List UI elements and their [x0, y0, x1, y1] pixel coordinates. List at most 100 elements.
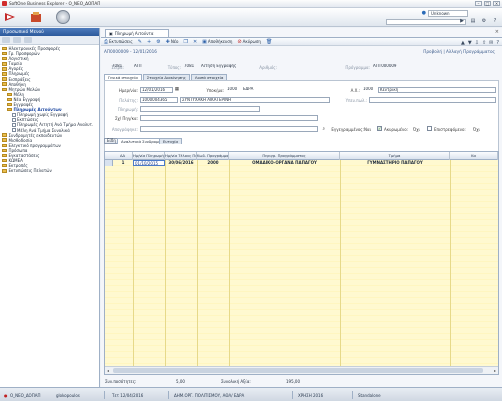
cancelled-checkbox[interactable]: ✓ — [377, 126, 382, 131]
toolbar-nav-icon[interactable]: ✉ — [489, 40, 493, 46]
toolbar-button[interactable]: + — [147, 39, 151, 45]
scroll-right-icon[interactable]: ▸ — [494, 367, 496, 374]
search-icon[interactable]: ⌕ — [320, 126, 325, 132]
toolbar-button[interactable]: ⎙ Εκτυπώσεις — [104, 39, 133, 45]
branch-code[interactable]: 1000 — [226, 87, 240, 93]
grid-cell-prog-desc[interactable]: ΟΜΑΔΙΚΟ-ΟΡΓΑΝΑ ΠΑΠΑΓΟΥ — [229, 160, 340, 166]
returned-label: Επιστρεφόμενο: — [434, 127, 466, 132]
folder-icon — [2, 169, 7, 173]
value-total-label: Συνολική Αξία: — [221, 379, 251, 384]
toolbar-button-label: Ακύρωση — [242, 39, 261, 44]
type-value[interactable]: ΑΠΤ — [133, 64, 147, 70]
folder-icon — [2, 77, 7, 81]
grid-column-header[interactable]: Περιγρ. Προγράμματος — [229, 152, 340, 160]
salesman-field[interactable] — [369, 97, 496, 103]
type2-value[interactable]: 7081 — [183, 64, 195, 70]
grid-column-header[interactable]: Ημ/νία Τέλους Πε — [165, 152, 197, 160]
grid-column-header[interactable]: Τμήμα — [340, 152, 450, 160]
close-window-button[interactable]: × — [493, 1, 500, 6]
toolbar-button[interactable]: 🗑 — [266, 39, 272, 45]
sidebar-tool-button[interactable] — [24, 37, 32, 43]
grid-column-header[interactable]: Κα — [450, 152, 498, 160]
help-icon[interactable]: ? — [491, 18, 499, 25]
member-name-field[interactable]: ΣΥΝΤΥΧΑΚΗ ΑΙΚΑΤΕΡΙΝΗ — [180, 97, 330, 103]
menu-tree: Ηλεκτρονικές Προσφορές Γρ. Προσφορών Λογισ… — [0, 45, 99, 173]
document-code: ΑΠ0000009 - 12/01/2016 — [104, 49, 157, 54]
toolbar-nav-icon[interactable]: ⇩ — [475, 40, 479, 46]
grid-cell-dept[interactable]: ΓΥΜΝΑΣΤΗΡΙΟ ΠΑΠΑΓΟΥ — [340, 160, 450, 166]
document-tab-icon: ▣ — [109, 31, 113, 36]
grid-column-line — [450, 160, 451, 366]
toolbar-nav-icon[interactable]: ▲ — [461, 40, 465, 46]
status-bar: ● Ο_ΝΕΟ_ΔΟΠΑΠ glokopoulos Τετ 12/04/2016… — [0, 387, 502, 401]
grid-column-header[interactable]: Ημ/νία Πληρωμής — [133, 152, 165, 160]
grid-cell-end-date[interactable]: 30/06/2016 — [165, 160, 197, 166]
scrollbar-thumb[interactable] — [113, 368, 483, 373]
warehouse-name[interactable]: Κεντρική — [378, 87, 496, 93]
toolbar-button[interactable]: ❐ — [183, 39, 187, 45]
settings-icon[interactable]: ⚙ — [480, 18, 488, 25]
window-title: SoftOne Business Explorer - Ο_ΝΕΟ_ΔΟΠΑΠ — [9, 1, 101, 6]
ribbon-search-input[interactable] — [386, 19, 466, 25]
minimize-button[interactable]: – — [475, 1, 482, 6]
view-links[interactable]: Προβολή | Αλλαγή Προγράμματος — [423, 49, 495, 54]
row-selector[interactable] — [105, 160, 113, 166]
note-field[interactable] — [140, 126, 318, 132]
series-value[interactable]: 7081 — [111, 64, 123, 70]
subscriptions-grid: ΑΑ Ημ/νία Πληρωμής Ημ/νία Τέλους Πε Κωδ. Πρ… — [104, 151, 499, 375]
grid-header: ΑΑ Ημ/νία Πληρωμής Ημ/νία Τέλους Πε Κωδ. Πρ… — [105, 152, 498, 160]
toolbar-button[interactable]: ⚙ — [156, 39, 160, 45]
home-orb-icon[interactable] — [56, 10, 70, 24]
close-tab-icon[interactable]: × — [495, 29, 499, 35]
toolbar-nav-icon[interactable]: ? — [496, 40, 499, 46]
totals-bar: Συν.ποσότητες: 5,00 Συνολική Αξία: 195,0… — [101, 376, 502, 386]
enrolled-label: Εγγεγραμμένος: — [331, 127, 364, 132]
grid-column-header[interactable]: Κωδ. Προγράμματος — [197, 152, 229, 160]
toolbar-button[interactable]: ✕ — [193, 39, 197, 45]
calendar-icon[interactable]: ▦ — [174, 87, 179, 92]
sidebar-toolbar — [0, 36, 99, 45]
app-logo-icon — [2, 1, 7, 6]
toolbar-button[interactable]: ✚ Νέο — [166, 39, 179, 45]
number-label: Αριθμός: — [259, 65, 277, 70]
copy-icon: ❐ — [183, 38, 188, 45]
document-icon — [12, 122, 16, 127]
returned-checkbox[interactable] — [427, 126, 432, 131]
cancelled-label: Ακυρωμένο: — [384, 127, 409, 132]
tools-icon: ✎ — [137, 38, 142, 45]
toolbar-button[interactable]: ▣ Αποθήκευση — [202, 39, 232, 45]
horizontal-scrollbar[interactable]: ◂ ▸ — [105, 366, 498, 374]
grid-cell-aa[interactable]: 1 — [113, 160, 133, 166]
grid-cell-prog-code[interactable]: 2000 — [197, 160, 229, 166]
toolbar-button[interactable]: ✎ — [138, 39, 142, 45]
sidebar-item[interactable]: Εκτυπώσεις Πελατών — [0, 168, 99, 173]
ref-field[interactable] — [140, 115, 318, 121]
member-code-field[interactable]: 1000004365 — [140, 97, 178, 103]
payment-field[interactable] — [140, 106, 260, 112]
folder-icon — [2, 67, 7, 71]
tab-extra[interactable]: Ευτυχία — [159, 138, 183, 144]
cancel-icon: ⊘ — [237, 38, 242, 45]
user-selector[interactable]: Unknown — [428, 10, 468, 17]
type-label: Τύπος: — [167, 65, 181, 70]
document-icon — [12, 128, 16, 133]
toolbar-nav-icon[interactable]: ▼ — [468, 40, 472, 46]
toolbar-nav-icon[interactable]: ⇧ — [482, 40, 486, 46]
grid-cell-pay-date[interactable]: 01/10/2015 — [133, 160, 165, 166]
sidebar-tool-button[interactable] — [13, 37, 21, 43]
table-row[interactable]: 1 01/10/2015 30/06/2016 2000 ΟΜΑΔΙΚΟ-ΟΡΓΑΝΑ … — [105, 160, 498, 166]
grid-column-header[interactable]: ΑΑ — [113, 152, 133, 160]
maximize-button[interactable]: □ — [484, 1, 491, 6]
forward-icon[interactable]: ▶ — [458, 18, 466, 25]
toolbar-button[interactable]: ⊘ Ακύρωση — [237, 39, 261, 45]
shop-icon[interactable] — [30, 11, 42, 23]
document-tab[interactable]: ▣ Πληρωμή Αιτούντα — [105, 29, 169, 37]
scroll-left-icon[interactable]: ◂ — [107, 367, 109, 374]
doc-icon[interactable]: ▤ — [469, 18, 477, 25]
sidebar-tool-button[interactable] — [2, 37, 10, 43]
softone-menu-icon[interactable] — [4, 11, 16, 23]
warehouse-code[interactable]: 1000 — [362, 87, 376, 93]
sidebar-item-label: Εκτυπώσεις Πελατών — [8, 168, 52, 174]
folder-icon — [2, 153, 7, 158]
date-field[interactable]: 12/01/2016 — [140, 87, 173, 93]
